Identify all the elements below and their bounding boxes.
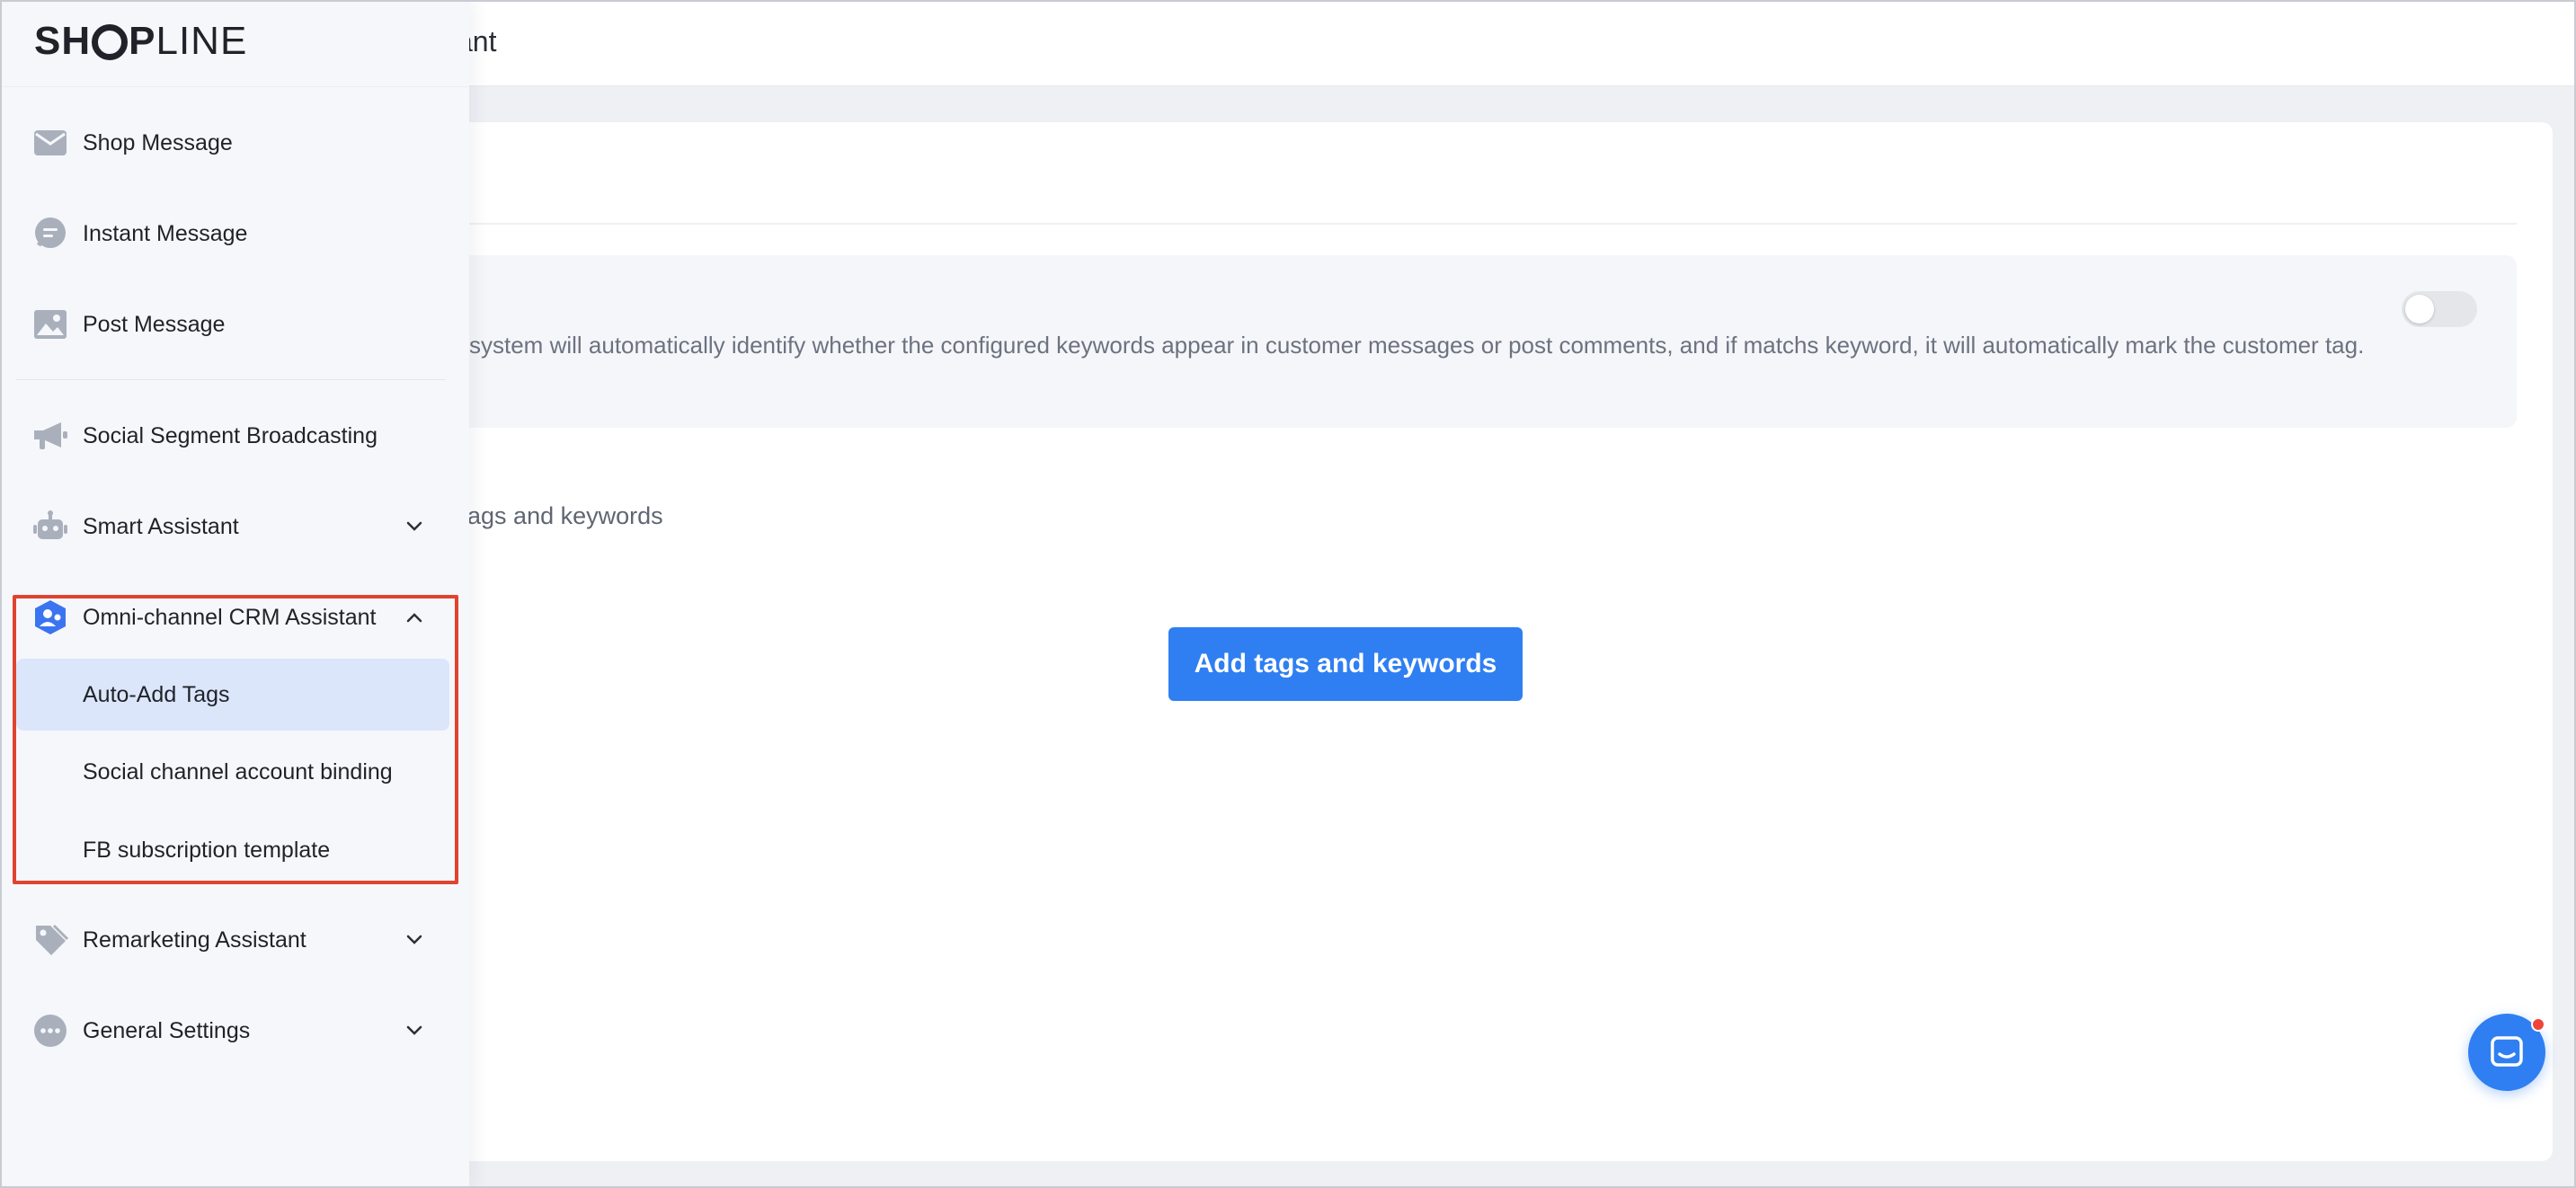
sidebar-header-divider: [0, 86, 469, 87]
feature-description: system will automatically identify wheth…: [469, 332, 2365, 359]
chevron-down-icon: [404, 930, 424, 950]
empty-state-label: n tags and keywords: [440, 502, 663, 529]
notification-dot: [2531, 1017, 2545, 1032]
shopline-logo[interactable]: SH P LINE: [34, 16, 247, 66]
megaphone-icon: [32, 418, 68, 454]
sidebar-item-instant-message[interactable]: Instant Message: [16, 198, 449, 270]
sidebar: SH P LINE Shop Message Instant Message Pos…: [0, 0, 469, 1188]
chat-icon: [2491, 1036, 2523, 1067]
sidebar-item-smart-assistant[interactable]: Smart Assistant: [16, 491, 449, 563]
chat-bubble-icon: [32, 216, 68, 252]
bottom-strip: [235, 1161, 2553, 1186]
image-icon: [32, 306, 68, 342]
sidebar-item-shop-message[interactable]: Shop Message: [16, 107, 449, 179]
add-tags-keywords-button[interactable]: Add tags and keywords: [1168, 627, 1523, 701]
sidebar-item-remarketing-assistant[interactable]: Remarketing Assistant: [16, 904, 449, 976]
chevron-down-icon: [404, 517, 424, 536]
sidebar-separator: [16, 379, 446, 380]
more-dots-icon: [32, 1013, 68, 1049]
sidebar-item-social-segment-broadcasting[interactable]: Social Segment Broadcasting: [16, 400, 449, 472]
robot-icon: [32, 509, 68, 545]
logo-o-glyph: [92, 24, 129, 60]
card-divider: [235, 223, 2517, 225]
auto-tag-toggle[interactable]: [2402, 291, 2477, 327]
toggle-knob: [2405, 295, 2434, 324]
highlight-annotation-box: [13, 595, 458, 884]
chevron-down-icon: [404, 1021, 424, 1041]
envelope-icon: [32, 125, 68, 161]
sidebar-item-general-settings[interactable]: General Settings: [16, 995, 449, 1067]
sidebar-item-post-message[interactable]: Post Message: [16, 288, 449, 360]
tag-icon: [32, 922, 68, 958]
